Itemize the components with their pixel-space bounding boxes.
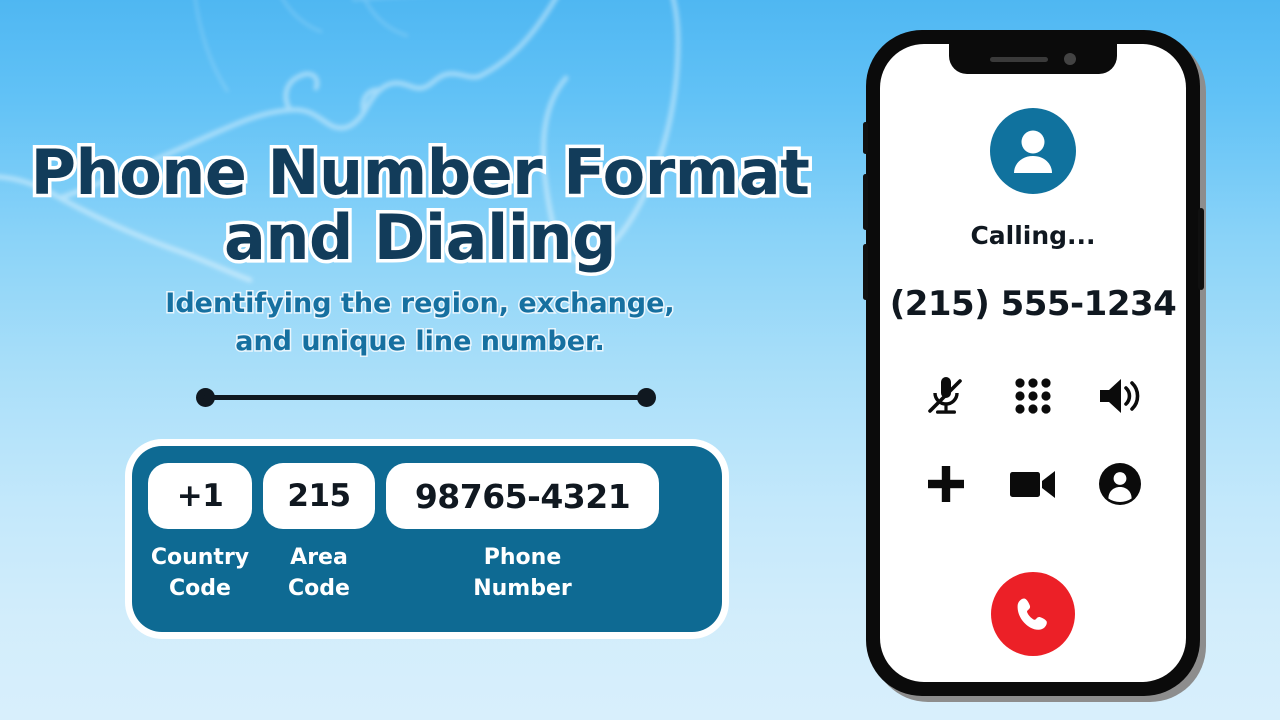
country-code-label: Country Code (151, 542, 249, 604)
segment-phone-number: 98765-4321 Phone Number (386, 463, 659, 604)
phone-mockup: Calling... (215) 555-1234 (863, 30, 1206, 702)
page-title-line-1: Phone Number Format (27, 135, 813, 209)
phone-number-format-bar: +1 Country Code 215 Area Code 98765-4321… (132, 446, 722, 632)
country-code-label-line-1: Country (150, 545, 250, 570)
mute-button[interactable] (915, 366, 977, 426)
phone-notch (949, 44, 1117, 74)
avatar (990, 108, 1076, 194)
user-avatar-icon (1014, 130, 1052, 173)
phone-power-button[interactable] (1198, 208, 1204, 290)
plus-icon (927, 466, 964, 502)
page-subtitle: Identifying the region, exchange, and un… (0, 285, 840, 362)
video-camera-icon (1009, 471, 1055, 498)
keypad-icon (1015, 378, 1051, 414)
keypad-button[interactable] (1002, 366, 1064, 426)
area-code-value: 215 (263, 463, 375, 529)
country-code-label-line-2: Code (169, 576, 231, 602)
segment-country-code: +1 Country Code (148, 463, 252, 604)
video-call-button[interactable] (1002, 454, 1064, 514)
contact-circle-icon (1099, 463, 1142, 505)
page-title-line-2: and Dialing (220, 200, 620, 274)
phone-number-value: 98765-4321 (386, 463, 659, 529)
contacts-button[interactable] (1089, 454, 1151, 514)
phone-handset-icon (1017, 598, 1047, 630)
segment-area-code: 215 Area Code (263, 463, 375, 604)
page-subtitle-line-2: and unique line number. (234, 325, 607, 359)
phone-number-label-line-1: Phone (483, 545, 562, 570)
area-code-label-line-1: Area (290, 545, 348, 570)
microphone-muted-icon (927, 377, 962, 414)
phone-number-label-line-2: Number (473, 576, 572, 602)
divider-dot-right-icon (637, 388, 656, 407)
phone-number-label: Phone Number (473, 542, 572, 604)
divider (196, 388, 656, 408)
call-status-text: Calling... (970, 221, 1096, 250)
speaker-button[interactable] (1089, 366, 1151, 426)
front-camera-icon (1064, 53, 1076, 65)
area-code-label: Area Code (288, 542, 350, 604)
call-actions-grid (902, 366, 1164, 514)
phone-volume-down-button[interactable] (863, 244, 868, 300)
call-number-text: (215) 555-1234 (889, 284, 1177, 324)
end-call-button[interactable] (991, 572, 1075, 656)
phone-screen: Calling... (215) 555-1234 (880, 44, 1186, 682)
phone-frame: Calling... (215) 555-1234 (863, 30, 1204, 696)
area-code-label-line-2: Code (288, 576, 350, 602)
earpiece-speaker-icon (990, 56, 1048, 62)
page-subtitle-line-1: Identifying the region, exchange, (164, 286, 676, 320)
page-title: Phone Number Format and Dialing (0, 135, 840, 274)
speaker-icon (1100, 379, 1140, 413)
phone-volume-up-button[interactable] (863, 174, 868, 230)
add-call-button[interactable] (915, 454, 977, 514)
poster-canvas: Phone Number Format and Dialing Identify… (0, 0, 1280, 720)
left-content-panel: Phone Number Format and Dialing Identify… (0, 0, 840, 720)
phone-mute-switch[interactable] (863, 122, 868, 154)
divider-line (203, 395, 649, 400)
country-code-value: +1 (148, 463, 252, 529)
